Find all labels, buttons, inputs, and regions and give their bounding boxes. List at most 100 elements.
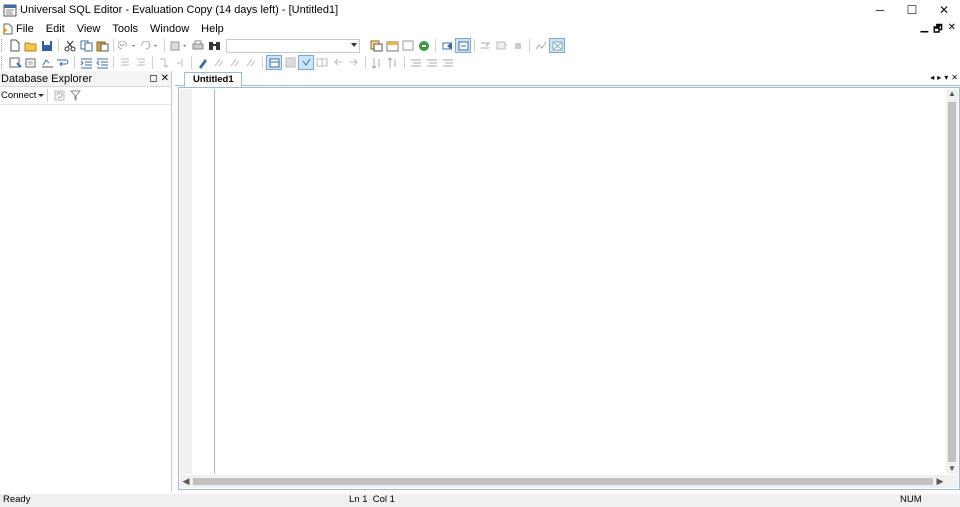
- print-icon[interactable]: [190, 38, 206, 53]
- tab-list-icon[interactable]: ▾: [944, 73, 948, 82]
- next-bookmark-icon[interactable]: [172, 55, 188, 70]
- indent-icon[interactable]: [78, 55, 94, 70]
- results-panel-icon[interactable]: [298, 55, 314, 70]
- bookmark-icon[interactable]: [156, 55, 172, 70]
- disconnect-db-icon[interactable]: [455, 38, 471, 53]
- outdent-icon[interactable]: [94, 55, 110, 70]
- document-tabstrip: Untitled1 ◂ ▸ ▾ ✕: [175, 71, 960, 87]
- word-wrap-icon[interactable]: [55, 55, 71, 70]
- menu-edit[interactable]: Edit: [40, 21, 71, 37]
- toolbar-separator: [474, 39, 475, 52]
- scroll-down-icon[interactable]: ▼: [946, 464, 958, 474]
- next-result-icon[interactable]: [346, 55, 362, 70]
- execute-current-icon[interactable]: [23, 55, 39, 70]
- toolbar-grip[interactable]: [1, 56, 5, 69]
- new-file-icon[interactable]: [7, 38, 23, 53]
- line-number-gutter: [180, 89, 192, 474]
- auto-commit-icon[interactable]: [549, 38, 565, 53]
- editor-margin: [214, 89, 215, 474]
- new-query-icon[interactable]: [368, 38, 384, 53]
- prev-result-icon[interactable]: [330, 55, 346, 70]
- toolbar-separator: [47, 89, 49, 102]
- vertical-scrollbar[interactable]: ▲ ▼: [946, 89, 958, 474]
- chevron-down-icon: [38, 94, 45, 97]
- connect-dropdown[interactable]: Connect: [1, 90, 45, 101]
- close-button[interactable]: ✕: [928, 0, 960, 20]
- open-folder-icon[interactable]: [23, 38, 39, 53]
- save-icon[interactable]: [39, 38, 55, 53]
- scroll-left-icon[interactable]: ◀: [180, 475, 192, 488]
- highlight-icon[interactable]: [195, 55, 211, 70]
- toolbar-separator: [262, 56, 263, 69]
- minimize-button[interactable]: ─: [864, 0, 896, 20]
- filter-icon[interactable]: [67, 88, 83, 103]
- clear-filter-icon[interactable]: [440, 55, 456, 70]
- paste-icon[interactable]: [94, 38, 110, 53]
- explorer-toolbar: Connect: [0, 87, 171, 105]
- find-next-icon[interactable]: [227, 55, 243, 70]
- window-controls: ─ ☐ ✕: [864, 0, 960, 20]
- toolbar-separator: [164, 39, 165, 52]
- horizontal-scrollbar[interactable]: ◀ ▶: [180, 475, 946, 488]
- search-combo[interactable]: [226, 38, 360, 53]
- find-icon[interactable]: [206, 38, 222, 53]
- pin-icon[interactable]: ◻: [149, 73, 157, 84]
- scrollbar-corner: [946, 475, 958, 488]
- window-icon[interactable]: [400, 38, 416, 53]
- horizontal-scroll-thumb[interactable]: [193, 478, 933, 485]
- find-prev-icon[interactable]: [243, 55, 259, 70]
- run-options-icon[interactable]: [168, 38, 190, 53]
- chevron-down-icon[interactable]: [351, 42, 357, 47]
- text-view-icon[interactable]: [282, 55, 298, 70]
- redo-icon[interactable]: [139, 38, 161, 53]
- sql-editor[interactable]: ▲ ▼ ◀ ▶: [178, 87, 960, 490]
- title-bar: Universal SQL Editor - Evaluation Copy (…: [0, 0, 960, 20]
- commit-icon[interactable]: [478, 38, 494, 53]
- sort-ascending-icon[interactable]: [369, 55, 385, 70]
- maximize-button[interactable]: ☐: [896, 0, 928, 20]
- menu-tools[interactable]: Tools: [106, 21, 144, 37]
- status-text: Ready: [3, 494, 31, 505]
- scroll-right-icon[interactable]: ▶: [934, 475, 946, 488]
- execute-script-icon[interactable]: [39, 55, 55, 70]
- column-number: Col 1: [372, 494, 395, 505]
- vertical-scroll-thumb[interactable]: [948, 102, 956, 462]
- grid-view-icon[interactable]: [266, 55, 282, 70]
- menu-window[interactable]: Window: [144, 21, 195, 37]
- connect-db-icon[interactable]: [439, 38, 455, 53]
- tab-scroll-right-icon[interactable]: ▸: [937, 73, 941, 82]
- menu-view[interactable]: View: [71, 21, 107, 37]
- copy-icon[interactable]: [78, 38, 94, 53]
- editor-content[interactable]: [219, 90, 939, 470]
- execute-icon[interactable]: [7, 55, 23, 70]
- group-rows-icon[interactable]: [424, 55, 440, 70]
- filter-rows-icon[interactable]: [408, 55, 424, 70]
- split-view-icon[interactable]: [314, 55, 330, 70]
- tab-untitled1[interactable]: Untitled1: [184, 72, 242, 87]
- comment-icon[interactable]: [117, 55, 133, 70]
- toolbar-separator: [113, 39, 114, 52]
- close-icon[interactable]: ✕: [161, 73, 169, 84]
- refresh-icon[interactable]: [51, 88, 67, 103]
- uncomment-icon[interactable]: [133, 55, 149, 70]
- window-title: Universal SQL Editor - Evaluation Copy (…: [20, 4, 339, 16]
- explain-plan-icon[interactable]: [533, 38, 549, 53]
- menu-file[interactable]: File: [0, 21, 40, 37]
- database-explorer: Database Explorer ◻ ✕ Connect: [0, 71, 172, 492]
- scroll-up-icon[interactable]: ▲: [946, 89, 958, 99]
- table-icon[interactable]: [384, 38, 400, 53]
- stop-icon[interactable]: [510, 38, 526, 53]
- tab-scroll-left-icon[interactable]: ◂: [930, 73, 934, 82]
- rollback-icon[interactable]: [494, 38, 510, 53]
- sort-descending-icon[interactable]: [385, 55, 401, 70]
- toolbar-separator: [58, 39, 59, 52]
- menu-help[interactable]: Help: [195, 21, 230, 37]
- toolbar-separator: [191, 56, 192, 69]
- find-replace-icon[interactable]: [211, 55, 227, 70]
- toolbar-separator: [435, 39, 436, 52]
- tab-close-icon[interactable]: ✕: [951, 73, 958, 82]
- toolbar-grip[interactable]: [1, 39, 5, 52]
- cut-icon[interactable]: [62, 38, 78, 53]
- refresh-icon[interactable]: [416, 38, 432, 53]
- undo-icon[interactable]: [117, 38, 139, 53]
